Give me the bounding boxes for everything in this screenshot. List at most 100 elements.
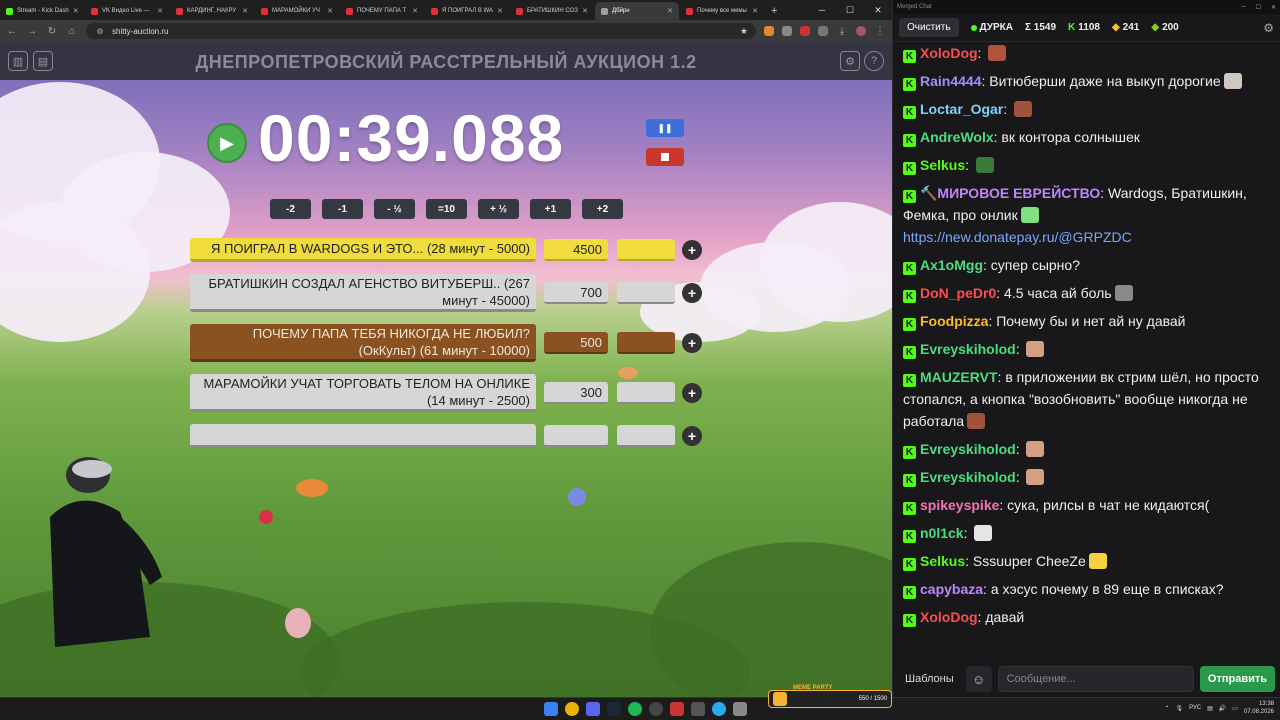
reload-icon[interactable]: ↻ xyxy=(46,26,58,37)
menu-icon[interactable]: ⋮ xyxy=(874,26,886,37)
tab-close-icon[interactable]: ✕ xyxy=(412,7,418,15)
time-adjust-button[interactable]: + ½ xyxy=(478,199,519,219)
stop-button[interactable] xyxy=(646,148,684,166)
templates-button[interactable]: Шаблоны xyxy=(899,669,960,689)
close-icon[interactable]: ✕ xyxy=(864,5,892,16)
tray-arrow-icon[interactable]: ⌃ xyxy=(1164,705,1169,712)
forward-icon[interactable]: → xyxy=(26,26,38,37)
new-tab-button[interactable]: + xyxy=(765,2,783,20)
tab-3[interactable]: МАРАМОЙКИ УЧ ✕ xyxy=(255,2,339,20)
url-field[interactable]: ⚙ shitty-auction.ru ★ xyxy=(86,23,756,39)
clear-button[interactable]: Очистить xyxy=(899,18,959,37)
lot-add-amount-field[interactable] xyxy=(617,332,675,354)
windows-start-icon[interactable] xyxy=(544,702,558,716)
app-icon[interactable] xyxy=(733,702,747,716)
lot-add-button[interactable]: + xyxy=(682,426,702,446)
lot-add-amount-field[interactable] xyxy=(617,382,675,404)
tab-close-icon[interactable]: ✕ xyxy=(242,7,248,15)
message-input[interactable]: Сообщение... xyxy=(997,666,1194,692)
time-adjust-button[interactable]: - ½ xyxy=(374,199,415,219)
tab-4[interactable]: ПОЧЕМУ ПАПА Т ✕ xyxy=(340,2,424,20)
chat-settings-icon[interactable]: ⚙ xyxy=(1263,21,1274,35)
discord-icon[interactable] xyxy=(586,702,600,716)
lot-name-field[interactable] xyxy=(190,424,536,448)
tab-6[interactable]: БРАТИШКИН СОЗ ✕ xyxy=(510,2,594,20)
lot-add-button[interactable]: + xyxy=(682,240,702,260)
telegram-icon[interactable] xyxy=(712,702,726,716)
minimize-icon[interactable]: ─ xyxy=(1241,4,1245,11)
tab-8[interactable]: Почему все мемы ✕ xyxy=(680,2,764,20)
chat-username[interactable]: capybaza xyxy=(920,581,983,597)
chat-username[interactable]: Evreyskiholod xyxy=(920,341,1016,357)
chat-username[interactable]: spikeyspike xyxy=(920,497,999,513)
chat-link[interactable]: https://new.donatepay.ru/@GRPZDC xyxy=(903,229,1132,245)
app-icon[interactable] xyxy=(670,702,684,716)
time-adjust-button[interactable]: +1 xyxy=(530,199,571,219)
chat-username[interactable]: XoloDog xyxy=(920,609,978,625)
play-button[interactable]: ▶ xyxy=(207,123,247,163)
emoji-button[interactable]: ☺ xyxy=(965,666,992,692)
obs-icon[interactable] xyxy=(649,702,663,716)
extension-icon-4[interactable] xyxy=(818,26,828,36)
lot-amount-field[interactable]: 4500 xyxy=(544,239,608,261)
lot-add-amount-field[interactable] xyxy=(617,425,675,447)
tab-close-icon[interactable]: ✕ xyxy=(157,7,163,15)
time-adjust-button[interactable]: -2 xyxy=(270,199,311,219)
chat-username[interactable]: Ax1oMgg xyxy=(920,257,983,273)
profile-avatar[interactable] xyxy=(856,26,866,36)
lot-add-button[interactable]: + xyxy=(682,333,702,353)
help-button[interactable]: ? xyxy=(864,51,884,71)
site-info-icon[interactable]: ⚙ xyxy=(94,27,106,36)
chat-username[interactable]: AndreWolx xyxy=(920,129,994,145)
lot-amount-field[interactable] xyxy=(544,425,608,447)
lot-name-field[interactable]: БРАТИШКИН СОЗДАЛ АГЕНСТВО ВИТУБЕРШ.. (26… xyxy=(190,274,536,312)
chat-username[interactable]: Evreyskiholod xyxy=(920,469,1016,485)
chat-username[interactable]: Rain4444 xyxy=(920,73,981,89)
tab-1[interactable]: VK Видео Live — ✕ xyxy=(85,2,169,20)
steam-icon[interactable] xyxy=(607,702,621,716)
tab-7[interactable]: Дбйрн ✕ xyxy=(595,2,679,20)
battery-icon[interactable]: ▭ xyxy=(1232,705,1238,712)
settings-gear-button[interactable]: ⚙ xyxy=(840,51,860,71)
tab-close-icon[interactable]: ✕ xyxy=(327,7,333,15)
maximize-icon[interactable]: ☐ xyxy=(1256,4,1261,11)
tab-2[interactable]: КАРДИНГ, НАКРУ ✕ xyxy=(170,2,254,20)
tab-5[interactable]: Я ПОИГРАЛ В WA ✕ xyxy=(425,2,509,20)
clock[interactable]: 13:38 07.08.2026 xyxy=(1244,700,1274,716)
extension-icon-1[interactable] xyxy=(764,26,774,36)
extension-icon-2[interactable] xyxy=(782,26,792,36)
lot-add-button[interactable]: + xyxy=(682,283,702,303)
chat-username[interactable]: Loctar_Ogar xyxy=(920,101,1003,117)
chat-username[interactable]: n0l1ck xyxy=(920,525,964,541)
tab-close-icon[interactable]: ✕ xyxy=(73,7,79,15)
lot-add-amount-field[interactable] xyxy=(617,282,675,304)
time-adjust-button[interactable]: -1 xyxy=(322,199,363,219)
lot-add-button[interactable]: + xyxy=(682,383,702,403)
chat-username[interactable]: Selkus xyxy=(920,157,965,173)
mic-icon[interactable]: 🎙 xyxy=(1176,705,1184,712)
chat-username[interactable]: Evreyskiholod xyxy=(920,441,1016,457)
network-icon[interactable]: ▤ xyxy=(1207,705,1213,712)
time-adjust-button[interactable]: +2 xyxy=(582,199,623,219)
time-adjust-button[interactable]: =10 xyxy=(426,199,467,219)
chat-username[interactable]: XoloDog xyxy=(920,45,978,61)
lot-add-amount-field[interactable] xyxy=(617,239,675,261)
lot-amount-field[interactable]: 500 xyxy=(544,332,608,354)
back-icon[interactable]: ← xyxy=(6,26,18,37)
lot-amount-field[interactable]: 700 xyxy=(544,282,608,304)
chrome-icon[interactable] xyxy=(565,702,579,716)
tab-close-icon[interactable]: ✕ xyxy=(752,7,758,15)
spotify-icon[interactable] xyxy=(628,702,642,716)
chat-username[interactable]: Selkus xyxy=(920,553,965,569)
language-indicator[interactable]: РУС xyxy=(1189,705,1201,711)
maximize-icon[interactable]: ☐ xyxy=(836,5,864,16)
chat-username[interactable]: 🔨МИРОВОЕ ЕВРЕЙСТВО xyxy=(920,185,1100,201)
minimize-icon[interactable]: ─ xyxy=(808,5,836,15)
tab-close-icon[interactable]: ✕ xyxy=(582,7,588,15)
home-icon[interactable]: ⌂ xyxy=(66,26,78,37)
lot-name-field[interactable]: МАРАМОЙКИ УЧАТ ТОРГОВАТЬ ТЕЛОМ НА ОНЛИКЕ… xyxy=(190,374,536,412)
tab-0[interactable]: Stream - Kick Dash ✕ xyxy=(0,2,84,20)
downloads-icon[interactable]: ⤓ xyxy=(836,26,848,37)
app-icon[interactable] xyxy=(691,702,705,716)
close-icon[interactable]: ✕ xyxy=(1271,4,1276,11)
